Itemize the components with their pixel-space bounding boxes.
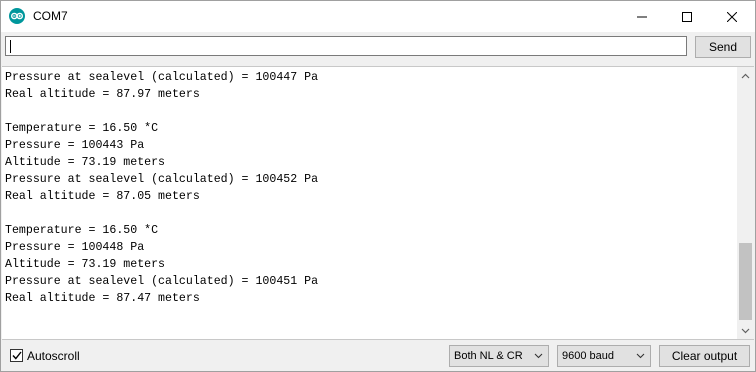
output-line: Real altitude = 87.05 meters — [5, 190, 200, 203]
output-line: Pressure = 100443 Pa — [5, 139, 145, 152]
output-line: Pressure = 100448 Pa — [5, 241, 145, 254]
minimize-icon — [637, 16, 647, 17]
minimize-button[interactable] — [619, 1, 665, 32]
scrollbar-thumb[interactable] — [739, 243, 752, 320]
send-bar: Send — [1, 32, 755, 62]
arduino-icon — [9, 8, 25, 24]
autoscroll-checkbox[interactable] — [10, 349, 23, 362]
output-line: Real altitude = 87.47 meters — [5, 292, 200, 305]
output-line: Pressure at sealevel (calculated) = 1004… — [5, 71, 319, 84]
close-button[interactable] — [709, 1, 755, 32]
autoscroll-label: Autoscroll — [27, 349, 80, 363]
send-input[interactable] — [5, 36, 687, 56]
serial-output[interactable]: Pressure at sealevel (calculated) = 1004… — [2, 66, 754, 340]
vertical-scrollbar[interactable] — [737, 67, 754, 339]
title-bar[interactable]: COM7 — [1, 1, 755, 32]
output-lines: Pressure at sealevel (calculated) = 1004… — [5, 69, 318, 307]
maximize-icon — [682, 11, 692, 22]
footer-bar: Autoscroll Both NL & CR 9600 baud Clear … — [1, 340, 755, 371]
baud-rate-select[interactable]: 9600 baud — [557, 345, 651, 367]
output-line: Altitude = 73.19 meters — [5, 156, 166, 169]
chevron-up-icon — [741, 73, 750, 78]
baud-rate-value: 9600 baud — [562, 350, 614, 362]
line-ending-value: Both NL & CR — [454, 350, 523, 362]
text-caret — [10, 40, 11, 53]
output-line: Pressure at sealevel (calculated) = 1004… — [5, 173, 319, 186]
scroll-down-button[interactable] — [737, 322, 754, 339]
send-button[interactable]: Send — [695, 36, 751, 58]
output-line: Real altitude = 87.97 meters — [5, 88, 200, 101]
chevron-down-icon — [636, 353, 645, 359]
output-line: Pressure at sealevel (calculated) = 1004… — [5, 275, 319, 288]
checkmark-icon — [11, 351, 22, 360]
serial-monitor-window: COM7 Send Pressure at sealevel (calculat… — [0, 0, 756, 372]
clear-output-button[interactable]: Clear output — [659, 345, 750, 367]
output-line: Temperature = 16.50 *C — [5, 224, 159, 237]
output-line: Altitude = 73.19 meters — [5, 258, 166, 271]
scroll-up-button[interactable] — [737, 67, 754, 84]
maximize-button[interactable] — [664, 1, 710, 32]
chevron-down-icon — [534, 353, 543, 359]
line-ending-select[interactable]: Both NL & CR — [449, 345, 549, 367]
output-line: Temperature = 16.50 *C — [5, 122, 159, 135]
close-icon — [727, 11, 737, 22]
chevron-down-icon — [741, 328, 750, 333]
window-title: COM7 — [33, 9, 68, 23]
